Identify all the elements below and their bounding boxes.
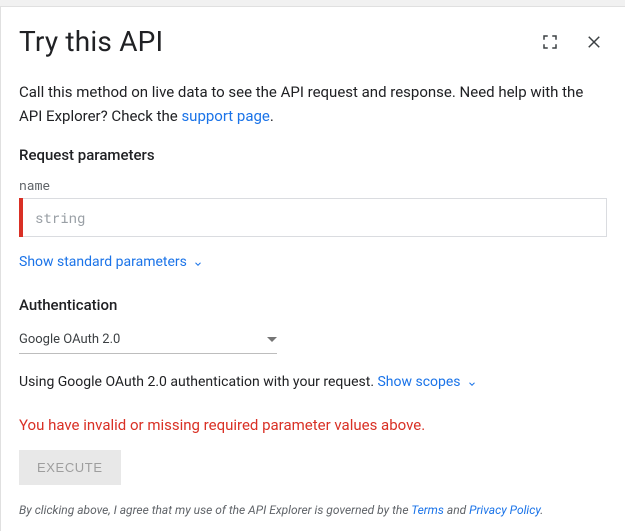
chevron-down-icon — [467, 377, 477, 387]
validation-error-message: You have invalid or missing required par… — [19, 416, 607, 434]
privacy-policy-link[interactable]: Privacy Policy — [469, 503, 540, 517]
description-text: Call this method on live data to see the… — [19, 80, 607, 128]
terms-link[interactable]: Terms — [411, 503, 444, 517]
auth-select-value: Google OAuth 2.0 — [19, 332, 267, 347]
desc-after: . — [270, 107, 274, 125]
support-page-link[interactable]: support page — [181, 107, 269, 125]
fullscreen-icon[interactable] — [537, 29, 563, 55]
param-name-label: name — [19, 176, 607, 194]
param-name-input[interactable] — [23, 198, 607, 237]
footer-prefix: By clicking above, I agree that my use o… — [19, 503, 411, 517]
chevron-down-icon — [193, 257, 203, 267]
header-row: Try this API — [19, 25, 607, 58]
auth-method-select[interactable]: Google OAuth 2.0 — [19, 326, 277, 354]
page-title: Try this API — [19, 25, 519, 58]
footer-and: and — [444, 503, 469, 517]
desc-before: Call this method on live data to see the… — [19, 83, 583, 125]
show-std-params-label: Show standard parameters — [19, 254, 187, 270]
param-name-input-wrap — [19, 198, 607, 237]
api-explorer-panel: Try this API Call this method on live da… — [0, 7, 625, 531]
request-params-heading: Request parameters — [19, 146, 607, 164]
top-border — [0, 0, 625, 7]
footer-suffix: . — [540, 503, 543, 517]
show-scopes-link[interactable]: Show scopes — [377, 374, 476, 390]
show-standard-parameters-link[interactable]: Show standard parameters — [19, 254, 203, 270]
dropdown-triangle-icon — [267, 337, 277, 342]
show-scopes-label: Show scopes — [377, 374, 460, 390]
execute-button[interactable]: EXECUTE — [19, 450, 121, 485]
footer-disclaimer: By clicking above, I agree that my use o… — [19, 503, 607, 517]
auth-desc-text: Using Google OAuth 2.0 authentication wi… — [19, 374, 377, 390]
auth-description: Using Google OAuth 2.0 authentication wi… — [19, 374, 607, 390]
authentication-heading: Authentication — [19, 296, 607, 314]
close-icon[interactable] — [581, 29, 607, 55]
